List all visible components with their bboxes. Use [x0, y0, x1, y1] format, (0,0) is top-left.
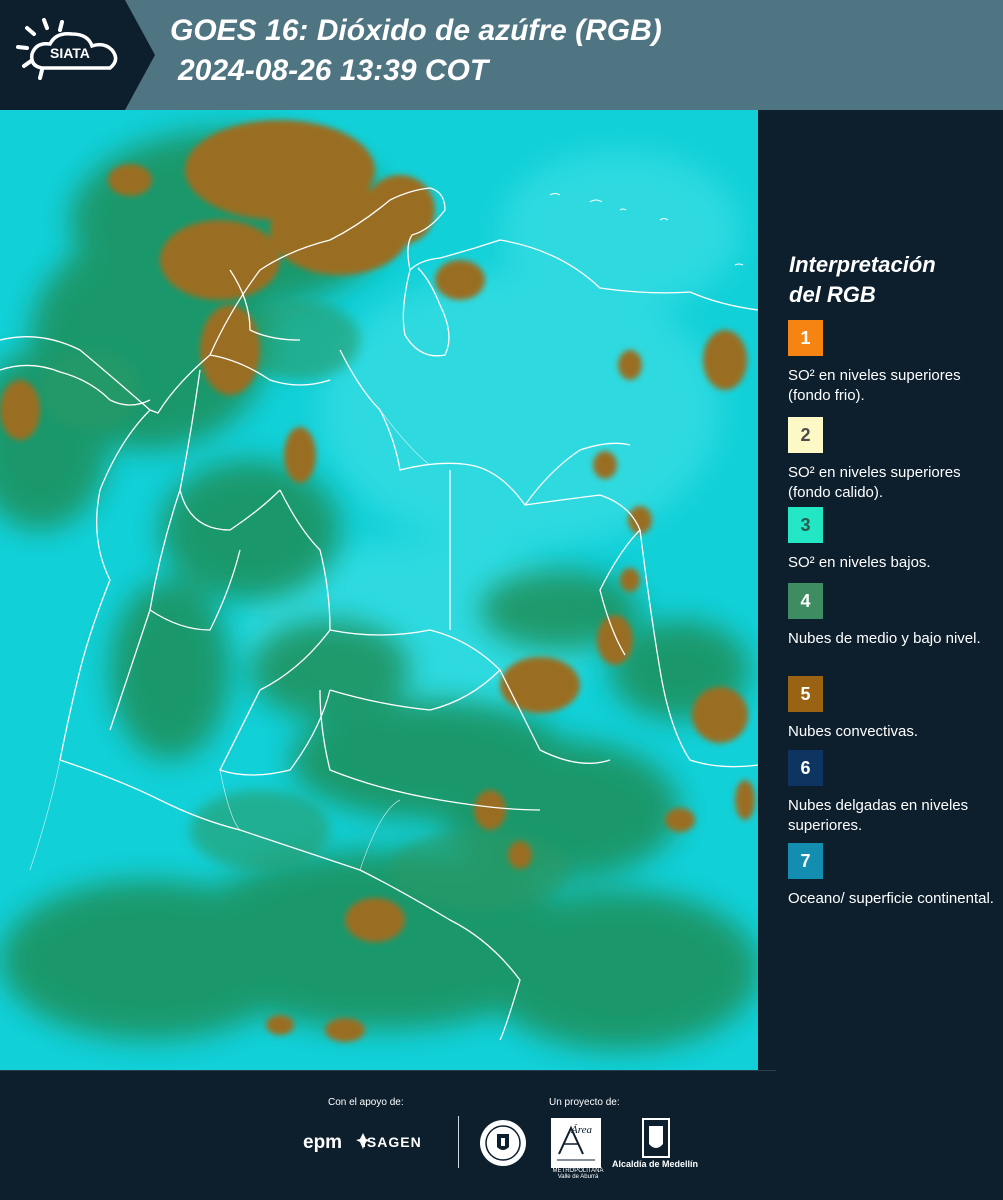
legend-item-6: 6 Nubes delgadas en niveles superiores.: [788, 750, 998, 836]
legend-item-2: 2 SO² en niveles superiores (fondo calid…: [788, 417, 998, 508]
medellin-seal-icon: [480, 1120, 526, 1166]
project-label: Un proyecto de:: [549, 1097, 620, 1108]
legend-title: Interpretación del RGB: [789, 250, 989, 310]
area-metropolitana-subtitle: METROPOLITANA Valle de Aburrá: [552, 1168, 604, 1180]
siata-logo: SIATA: [0, 0, 155, 110]
legend-panel: Interpretación del RGB 1 SO² en niveles …: [758, 110, 1003, 1070]
legend-item-1: 1 SO² en niveles superiores (fondo frio)…: [788, 320, 998, 406]
legend-swatch-6: 6: [788, 750, 823, 786]
footer-separator-line: [0, 1070, 776, 1071]
legend-label-4: Nubes de medio y bajo nivel.: [788, 630, 981, 647]
satellite-map[interactable]: [0, 110, 758, 1070]
isagen-logo: ISAGEN: [362, 1134, 422, 1150]
legend-swatch-5: 5: [788, 676, 823, 712]
legend-item-7: 7 Oceano/ superficie continental.: [788, 843, 998, 909]
legend-item-3: 3 SO² en niveles bajos.: [788, 507, 998, 573]
legend-label-7: Oceano/ superficie continental.: [788, 890, 994, 907]
legend-label-3: SO² en niveles bajos.: [788, 554, 931, 571]
area-metropolitana-logo-text: Área: [571, 1124, 592, 1136]
siata-logo-text: SIATA: [50, 45, 90, 61]
legend-item-4: 4 Nubes de medio y bajo nivel.: [788, 583, 998, 649]
legend-item-5: 5 Nubes convectivas.: [788, 676, 998, 742]
legend-label-6: Nubes delgadas en niveles superiores.: [788, 797, 969, 834]
legend-label-1: SO² en niveles superiores (fondo frio).: [788, 367, 961, 404]
legend-label-2: SO² en niveles superiores (fondo calido)…: [788, 464, 961, 501]
legend-swatch-1: 1: [788, 320, 823, 356]
alcaldia-medellin-text: Alcaldía de Medellín: [612, 1159, 699, 1169]
page-timestamp: 2024-08-26 13:39 COT: [178, 54, 489, 87]
legend-swatch-4: 4: [788, 583, 823, 619]
epm-logo: epm: [303, 1132, 343, 1153]
legend-swatch-2: 2: [788, 417, 823, 453]
footer-divider: [458, 1116, 459, 1168]
legend-title-line2: del RGB: [789, 282, 876, 307]
legend-title-line1: Interpretación: [789, 252, 936, 277]
header-bar: SIATA GOES 16: Dióxido de azúfre (RGB) 2…: [0, 0, 1003, 110]
support-label: Con el apoyo de:: [328, 1097, 404, 1108]
footer: Con el apoyo de: Un proyecto de: epm ISA…: [0, 1070, 1003, 1200]
legend-swatch-7: 7: [788, 843, 823, 879]
legend-swatch-3: 3: [788, 507, 823, 543]
alcaldia-emblem-icon: [642, 1118, 670, 1158]
page-title: GOES 16: Dióxido de azúfre (RGB): [170, 14, 662, 47]
legend-label-5: Nubes convectivas.: [788, 723, 919, 740]
satellite-image: [0, 110, 758, 1070]
